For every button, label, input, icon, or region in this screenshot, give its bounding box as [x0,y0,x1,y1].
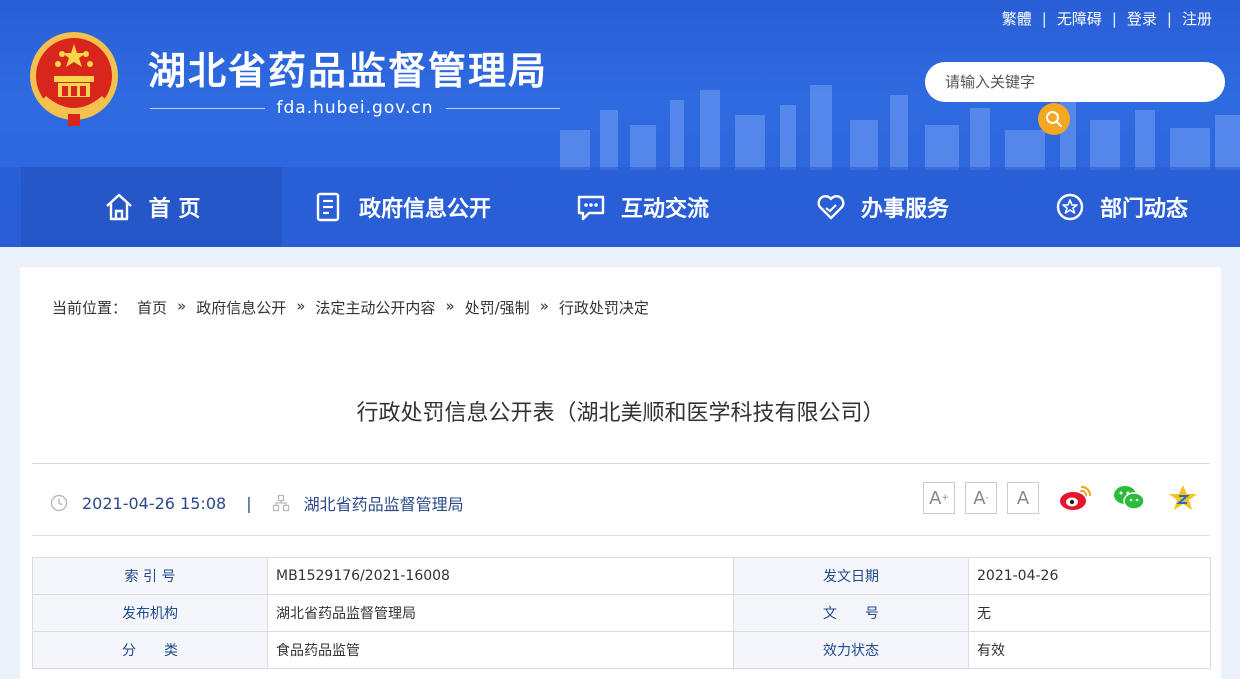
separator: | [1111,9,1117,28]
breadcrumb-prefix: 当前位置： [52,299,128,317]
search-box [925,62,1225,102]
site-domain: fda.hubei.gov.cn [150,98,561,118]
separator: | [1041,9,1047,28]
register-link[interactable]: 注册 [1182,8,1212,29]
document-icon [316,192,340,222]
breadcrumb: 当前位置： 首页 » 政府信息公开 » 法定主动公开内容 » 处罚/强制 » 行… [52,297,649,318]
publisher-value: 湖北省药品监督管理局 [267,594,734,632]
source-org: 湖北省药品监督管理局 [303,495,464,514]
nav-item-label: 首 页 [148,197,201,222]
nav-item-dept-news[interactable]: 部门动态 [1002,167,1240,247]
index-number-label: 索 引 号 [32,557,268,595]
validity-value: 有效 [968,631,1211,669]
breadcrumb-home[interactable]: 首页 [137,297,167,318]
article-meta: 2021-04-26 15:08 | 湖北省药品监督管理局 [50,491,464,515]
top-links: 繁體 | 无障碍 | 登录 | 注册 [1002,8,1212,29]
breadcrumb-separator: » [539,297,549,315]
star-circle-icon [1056,193,1084,221]
breadcrumb-decision[interactable]: 行政处罚决定 [559,297,649,318]
breadcrumb-separator: » [177,297,187,315]
nav-item-label: 互动交流 [620,197,709,222]
share-qzone-button[interactable] [1165,482,1201,514]
share-wechat-button[interactable] [1111,482,1147,514]
search-button[interactable] [1038,103,1070,135]
breadcrumb-separator: » [296,297,306,315]
main-nav: 首 页 政府信息公开 互动交流 办事服务 部门动态 [0,167,1240,247]
publish-datetime: 2021-04-26 15:08 [82,493,227,513]
breadcrumb-statutory[interactable]: 法定主动公开内容 [315,297,435,318]
nav-item-label: 办事服务 [860,197,949,222]
decorative-line [150,107,265,109]
table-row: 索 引 号 MB1529176/2021-16008 发文日期 2021-04-… [32,557,1211,595]
nav-item-home[interactable]: 首 页 [21,167,282,247]
publisher-label: 发布机构 [32,594,268,632]
publish-date-value: 2021-04-26 [968,557,1211,595]
doc-number-value: 无 [968,594,1211,632]
font-increase-label: A [929,487,942,509]
nav-item-label: 政府信息公开 [358,197,491,222]
national-emblem-logo [30,32,118,126]
publish-date-label: 发文日期 [733,557,969,595]
login-link[interactable]: 登录 [1127,8,1157,29]
decorative-line [445,107,561,109]
main-content: 当前位置： 首页 » 政府信息公开 » 法定主动公开内容 » 处罚/强制 » 行… [20,267,1221,679]
divider [32,463,1210,464]
nav-item-label: 部门动态 [1099,197,1188,222]
separator: | [246,493,252,513]
weibo-icon [1060,485,1092,510]
home-icon [105,193,132,221]
breadcrumb-penalty[interactable]: 处罚/强制 [465,297,530,318]
traditional-chinese-link[interactable]: 繁體 [1002,8,1032,29]
chat-icon [577,195,605,221]
accessibility-link[interactable]: 无障碍 [1057,8,1102,29]
site-header: 繁體 | 无障碍 | 登录 | 注册 湖北省药品监督管理局 fda.hubei.… [0,0,1240,247]
site-title: 湖北省药品监督管理局 [148,49,549,93]
divider [32,535,1210,536]
category-value: 食品药品监管 [267,631,734,669]
separator: | [1166,9,1172,28]
breadcrumb-gov-info[interactable]: 政府信息公开 [196,297,286,318]
search-icon [1046,111,1062,127]
font-decrease-button[interactable]: A- [965,482,997,514]
org-chart-icon [272,494,289,512]
doc-number-label: 文 号 [733,594,969,632]
font-increase-button[interactable]: A + [923,482,955,514]
info-table: 索 引 号 MB1529176/2021-16008 发文日期 2021-04-… [32,557,1211,669]
font-decrease-label: A [973,487,986,509]
qzone-star-icon [1169,485,1197,510]
nav-item-interaction[interactable]: 互动交流 [522,167,762,247]
page-title: 行政处罚信息公开表（湖北美顺和医学科技有限公司） [356,401,885,426]
search-input[interactable] [945,73,1205,91]
nav-item-gov-info[interactable]: 政府信息公开 [282,167,522,247]
clock-icon [50,494,68,512]
nav-item-services[interactable]: 办事服务 [762,167,1002,247]
font-reset-button[interactable]: A [1007,482,1039,514]
share-weibo-button[interactable] [1057,482,1093,514]
table-row: 分 类 食品药品监管 效力状态 有效 [32,631,1211,669]
article-tools: A + A- A [923,482,1201,514]
site-domain-text: fda.hubei.gov.cn [276,98,434,118]
breadcrumb-separator: » [445,297,455,315]
font-reset-label: A [1016,487,1030,509]
heart-hands-icon [817,195,845,220]
validity-label: 效力状态 [733,631,969,669]
index-number-value: MB1529176/2021-16008 [267,557,734,595]
table-row: 发布机构 湖北省药品监督管理局 文 号 无 [32,594,1211,632]
wechat-icon [1114,486,1145,510]
category-label: 分 类 [32,631,268,669]
